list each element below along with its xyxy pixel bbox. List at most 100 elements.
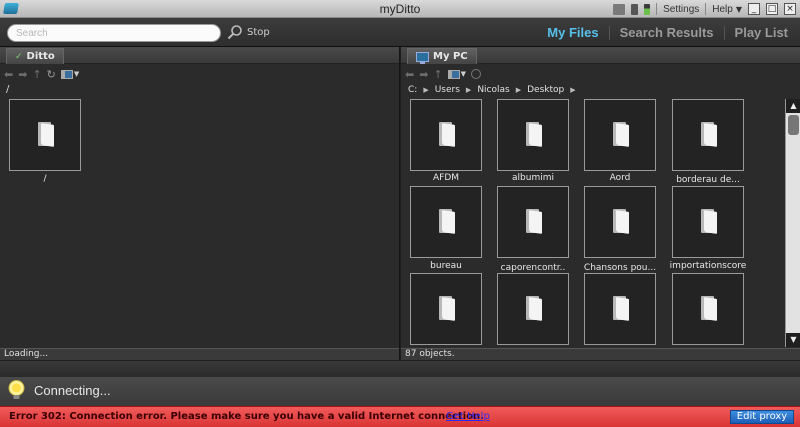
tab-search-results[interactable]: Search Results xyxy=(620,25,714,40)
up-icon[interactable]: ↑ xyxy=(433,69,442,80)
folder-icon xyxy=(38,122,54,147)
maximize-button[interactable]: □ xyxy=(766,3,778,15)
folder-label: Aord xyxy=(609,173,631,183)
folder-label: Chansons pou... xyxy=(583,263,657,273)
breadcrumb-item[interactable]: C: xyxy=(408,85,417,95)
tab-my-files[interactable]: My Files xyxy=(547,25,598,40)
device-icon[interactable] xyxy=(613,3,626,15)
current-path: / xyxy=(6,84,10,95)
title-bar: myDitto Settings Help ▼ _ □ × xyxy=(0,0,800,18)
chevron-right-icon: ▶ xyxy=(423,86,429,94)
panel-tab-bar: My PC xyxy=(401,47,800,64)
lightbulb-icon xyxy=(8,380,25,399)
chevron-down-icon[interactable]: ▼ xyxy=(736,5,742,14)
chevron-down-icon[interactable]: ▼ xyxy=(461,70,466,78)
folder-tile[interactable] xyxy=(410,99,482,171)
up-icon[interactable]: ↑ xyxy=(32,69,41,80)
my-pc-panel: My PC ⬅ ➡ ↑ ▼ C: ▶ Users ▶ Nicolas ▶ Des… xyxy=(401,47,800,360)
folder-tile[interactable] xyxy=(410,273,482,345)
battery-icon xyxy=(644,3,651,15)
ditto-panel: ✓ Ditto ⬅ ➡ ↑ ↻ ▼ / / Loading... xyxy=(0,47,400,360)
folder-icon xyxy=(613,296,629,321)
back-icon[interactable]: ⬅ xyxy=(4,69,13,80)
left-status-bar: Loading... xyxy=(0,348,399,360)
folder-label: AFDM xyxy=(432,173,460,183)
folder-label: importationscore xyxy=(669,261,747,271)
vertical-scrollbar[interactable]: ▲ ▼ xyxy=(785,99,800,347)
folder-tile[interactable] xyxy=(672,186,744,258)
view-mode-icon[interactable] xyxy=(60,69,73,79)
minimize-button[interactable]: _ xyxy=(748,3,760,15)
main-tabs: My Files Search Results Play List xyxy=(547,25,788,40)
separator xyxy=(723,25,725,40)
edit-proxy-button[interactable]: Edit proxy xyxy=(730,410,794,424)
separator xyxy=(705,3,707,15)
folder-tile[interactable] xyxy=(9,99,81,171)
folder-tile[interactable] xyxy=(410,186,482,258)
title-bar-controls: Settings Help ▼ _ □ × xyxy=(613,2,796,16)
breadcrumb-item[interactable]: Nicolas xyxy=(477,85,509,95)
folder-tile[interactable] xyxy=(497,99,569,171)
folder-tile[interactable] xyxy=(672,99,744,171)
folder-label: albumimi xyxy=(512,173,554,183)
settings-menu[interactable]: Settings xyxy=(663,4,699,15)
search-input[interactable] xyxy=(7,24,221,42)
navigation-buttons: ⬅ ➡ ↑ ↻ ▼ xyxy=(4,68,79,80)
folder-icon xyxy=(439,122,455,147)
back-icon[interactable]: ⬅ xyxy=(405,69,414,80)
tab-my-pc[interactable]: My PC xyxy=(407,48,477,64)
breadcrumb-item[interactable]: Desktop xyxy=(527,85,564,95)
folder-label: borderau de... xyxy=(676,175,740,185)
right-status-bar: 87 objects. xyxy=(401,348,800,360)
computer-icon xyxy=(416,51,429,64)
folder-icon xyxy=(613,209,629,234)
folder-icon xyxy=(701,122,717,147)
phone-icon[interactable] xyxy=(631,3,639,15)
separator xyxy=(656,3,658,15)
tab-ditto[interactable]: ✓ Ditto xyxy=(6,48,64,64)
connection-status: Connecting... xyxy=(34,383,111,398)
forward-icon[interactable]: ➡ xyxy=(18,69,27,80)
folder-tile[interactable] xyxy=(584,99,656,171)
folder-icon xyxy=(439,209,455,234)
folder-icon xyxy=(526,209,542,234)
help-menu[interactable]: Help xyxy=(712,4,733,15)
close-button[interactable]: × xyxy=(784,3,796,15)
get-help-link[interactable]: Get Help xyxy=(446,411,490,422)
folder-label: bureau xyxy=(430,261,462,271)
folder-tile[interactable] xyxy=(584,273,656,345)
separator xyxy=(608,25,610,40)
navigation-buttons: ⬅ ➡ ↑ ▼ xyxy=(405,68,482,80)
stop-button[interactable]: Stop xyxy=(247,27,270,38)
refresh-icon[interactable]: ↻ xyxy=(47,69,56,80)
folder-tile[interactable] xyxy=(497,273,569,345)
view-mode-icon[interactable] xyxy=(447,69,460,79)
forward-icon[interactable]: ➡ xyxy=(419,69,428,80)
chevron-down-icon[interactable]: ▼ xyxy=(74,70,79,78)
error-message: Error 302: Connection error. Please make… xyxy=(9,411,484,422)
folder-label: / xyxy=(43,174,47,184)
folder-icon xyxy=(526,296,542,321)
scroll-thumb[interactable] xyxy=(788,115,799,135)
folder-tile[interactable] xyxy=(584,186,656,258)
folder-icon xyxy=(613,122,629,147)
panel-tab-bar: ✓ Ditto xyxy=(0,47,399,64)
folder-icon xyxy=(701,296,717,321)
folder-tile[interactable] xyxy=(497,186,569,258)
chevron-right-icon: ▶ xyxy=(515,86,522,94)
ditto-icon: ✓ xyxy=(15,51,23,62)
folder-tile[interactable] xyxy=(672,273,744,345)
folder-icon xyxy=(701,209,717,234)
stop-circle-icon[interactable] xyxy=(471,69,482,79)
folder-icon xyxy=(439,296,455,321)
folder-icon xyxy=(526,122,542,147)
breadcrumb: C: ▶ Users ▶ Nicolas ▶ Desktop ▶ xyxy=(408,85,576,95)
folder-label: caporencontr.. xyxy=(500,263,566,273)
tab-play-list[interactable]: Play List xyxy=(735,25,788,40)
search-icon[interactable] xyxy=(227,24,243,40)
breadcrumb-item[interactable]: Users xyxy=(435,85,460,95)
chevron-right-icon: ▶ xyxy=(465,86,472,94)
chevron-right-icon: ▶ xyxy=(570,86,576,94)
scroll-up-icon[interactable]: ▲ xyxy=(786,99,800,113)
scroll-down-icon[interactable]: ▼ xyxy=(786,333,800,347)
